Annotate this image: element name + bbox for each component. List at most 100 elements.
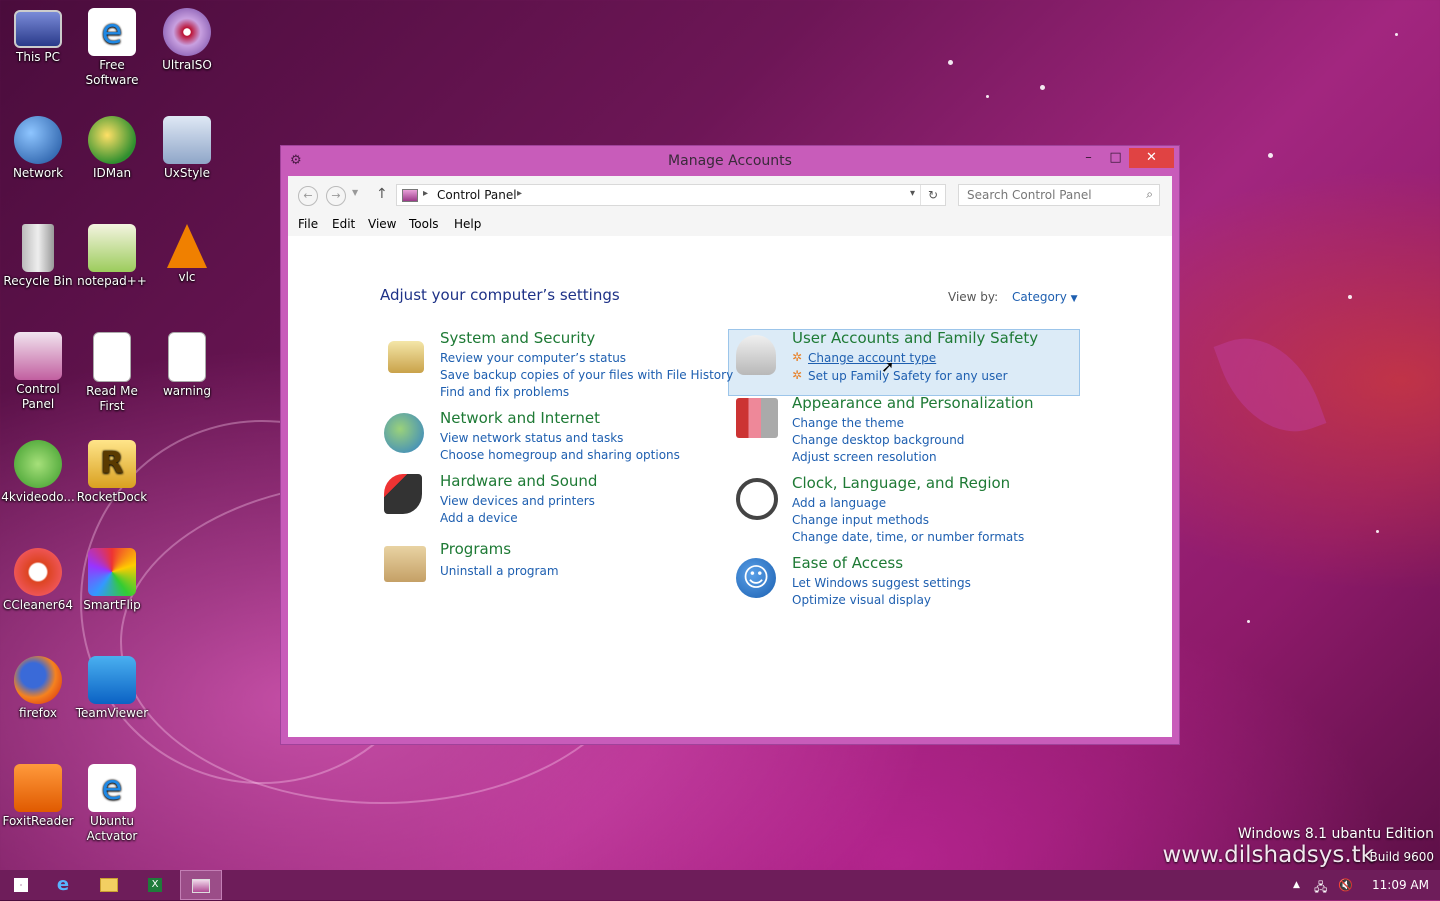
- excel-icon: X: [148, 878, 162, 892]
- disc-icon: [163, 8, 211, 56]
- desktop-icon-control-panel[interactable]: Control Panel: [0, 328, 76, 412]
- category-link[interactable]: Add a device: [440, 511, 518, 525]
- desktop-icon-4kvideodownloader[interactable]: 4kvideodo...: [0, 436, 76, 505]
- padlock-icon: [388, 341, 424, 373]
- desktop-icon-network[interactable]: Network: [0, 112, 76, 181]
- category-title[interactable]: Clock, Language, and Region: [792, 474, 1010, 492]
- menu-tools[interactable]: Tools: [409, 217, 439, 231]
- refresh-button[interactable]: ↻: [920, 185, 945, 205]
- star: [1268, 153, 1273, 158]
- close-button[interactable]: ✕: [1129, 148, 1174, 168]
- show-hidden-icons-icon[interactable]: ▲: [1293, 880, 1300, 890]
- desktop-icon-label: Read Me First: [86, 384, 138, 413]
- desktop-icon-idman[interactable]: IDMan: [74, 112, 150, 181]
- category-link[interactable]: Change input methods: [792, 513, 929, 527]
- category-link[interactable]: Change account type: [808, 351, 936, 365]
- desktop-icon-ubuntu-activator[interactable]: e Ubuntu Actvator: [74, 760, 150, 844]
- search-icon[interactable]: ⌕: [1146, 187, 1153, 202]
- desktop-icon-vlc[interactable]: vlc: [149, 220, 225, 285]
- taskbar-internet-explorer[interactable]: e: [42, 870, 84, 900]
- category-link[interactable]: Change desktop background: [792, 433, 964, 447]
- volume-muted-icon[interactable]: 🔇: [1338, 878, 1353, 892]
- desktop-icon-uxstyle[interactable]: UxStyle: [149, 112, 225, 181]
- start-button[interactable]: [0, 870, 42, 900]
- desktop-icon-label: Network: [12, 166, 64, 180]
- desktop-icon-teamviewer[interactable]: TeamViewer: [74, 652, 150, 721]
- category-link[interactable]: Optimize visual display: [792, 593, 931, 607]
- taskbar-excel[interactable]: X: [134, 870, 176, 900]
- menu-file[interactable]: File: [298, 217, 318, 231]
- cloud-download-icon: [14, 440, 62, 488]
- desktop-icon-this-pc[interactable]: This PC: [0, 4, 76, 65]
- desktop-icon-recycle-bin[interactable]: Recycle Bin: [0, 220, 76, 289]
- menu-edit[interactable]: Edit: [332, 217, 355, 231]
- category-user-accounts-and-family-safety: User Accounts and Family Safety ✲ Change…: [736, 329, 1066, 391]
- desktop-icon-free-software[interactable]: e Free Software: [74, 4, 150, 88]
- back-button[interactable]: ←: [298, 186, 318, 206]
- taskbar: e X ▲ 🖧 🔇 11:09 AM: [0, 870, 1440, 900]
- category-title[interactable]: Ease of Access: [792, 554, 903, 572]
- document-icon: [168, 332, 206, 382]
- category-link[interactable]: Let Windows suggest settings: [792, 576, 971, 590]
- category-link[interactable]: Change date, time, or number formats: [792, 530, 1024, 544]
- taskbar-control-panel[interactable]: [180, 870, 222, 900]
- category-title[interactable]: System and Security: [440, 329, 595, 347]
- address-bar[interactable]: ▸ Control Panel ▸ ▾ ↻: [396, 184, 946, 206]
- dropdown-arrow-icon[interactable]: ▼: [1071, 294, 1078, 304]
- category-link[interactable]: View network status and tasks: [440, 431, 623, 445]
- category-link[interactable]: View devices and printers: [440, 494, 595, 508]
- desktop-icon-foxitreader[interactable]: FoxitReader: [0, 760, 76, 829]
- internet-explorer-icon: e: [88, 8, 136, 56]
- category-link[interactable]: Uninstall a program: [440, 564, 559, 578]
- network-icon[interactable]: 🖧: [1314, 878, 1327, 899]
- users-icon: [736, 335, 776, 375]
- desktop-icon-rocketdock[interactable]: R RocketDock: [74, 436, 150, 505]
- category-title[interactable]: Programs: [440, 540, 511, 558]
- address-dropdown-icon[interactable]: ▾: [910, 188, 915, 199]
- clock[interactable]: 11:09 AM: [1372, 878, 1429, 892]
- desktop-icon-label: TeamViewer: [75, 706, 149, 720]
- desktop-icon-label: UltraISO: [162, 58, 212, 72]
- menu-view[interactable]: View: [368, 217, 396, 231]
- category-title[interactable]: Network and Internet: [440, 409, 600, 427]
- desktop-icon-ultraiso[interactable]: UltraISO: [149, 4, 225, 73]
- desktop-icon-ccleaner[interactable]: CCleaner64: [0, 544, 76, 613]
- view-by-dropdown[interactable]: Category: [1012, 290, 1067, 304]
- category-link[interactable]: Find and fix problems: [440, 385, 569, 399]
- category-link[interactable]: Set up Family Safety for any user: [808, 369, 1008, 383]
- desktop-icon-smartflip[interactable]: SmartFlip: [74, 544, 150, 613]
- desktop-icon-notepad-plus[interactable]: notepad++: [74, 220, 150, 289]
- desktop-icon-warning[interactable]: warning: [149, 328, 225, 399]
- category-title[interactable]: User Accounts and Family Safety: [792, 329, 1038, 347]
- shield-icon: ✲: [792, 350, 803, 364]
- taskbar-file-explorer[interactable]: [88, 870, 130, 900]
- category-link[interactable]: Change the theme: [792, 416, 904, 430]
- ccleaner-icon: [14, 548, 62, 596]
- menu-help[interactable]: Help: [454, 217, 481, 231]
- manage-accounts-window: ⚙ Manage Accounts – □ ✕ ← → ▼ ↑ ▸ Contro…: [280, 145, 1180, 745]
- recent-locations-icon[interactable]: ▼: [352, 188, 358, 197]
- category-title[interactable]: Hardware and Sound: [440, 472, 597, 490]
- category-link[interactable]: Review your computer’s status: [440, 351, 626, 365]
- category-title[interactable]: Appearance and Personalization: [792, 394, 1034, 412]
- minimize-button[interactable]: –: [1075, 148, 1102, 168]
- maximize-button[interactable]: □: [1102, 148, 1129, 168]
- breadcrumb[interactable]: Control Panel: [437, 188, 517, 202]
- forward-button[interactable]: →: [326, 186, 346, 206]
- title-bar[interactable]: ⚙ Manage Accounts – □ ✕: [281, 146, 1179, 176]
- desktop-icon-label: vlc: [178, 270, 196, 284]
- pdf-icon: [14, 764, 62, 812]
- view-by-control: View by: Category ▼: [948, 290, 1078, 304]
- desktop-icon-read-me-first[interactable]: Read Me First: [74, 328, 150, 414]
- breadcrumb-chevron-icon[interactable]: ▸: [517, 188, 522, 199]
- control-panel-icon: [192, 879, 210, 893]
- category-link[interactable]: Choose homegroup and sharing options: [440, 448, 680, 462]
- desktop-icon-firefox[interactable]: firefox: [0, 652, 76, 721]
- category-link[interactable]: Save backup copies of your files with Fi…: [440, 368, 733, 382]
- search-input[interactable]: Search Control Panel ⌕: [958, 184, 1160, 206]
- category-link[interactable]: Add a language: [792, 496, 886, 510]
- category-link[interactable]: Adjust screen resolution: [792, 450, 937, 464]
- breadcrumb-chevron-icon: ▸: [423, 188, 429, 199]
- network-globe-icon: [384, 413, 424, 453]
- up-button[interactable]: ↑: [376, 186, 388, 202]
